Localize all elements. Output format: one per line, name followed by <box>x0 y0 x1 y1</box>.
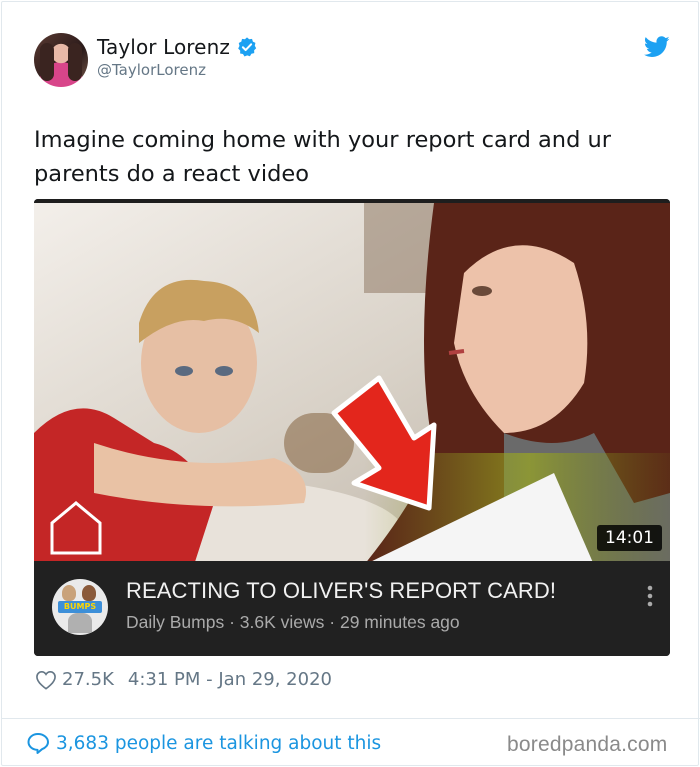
video-embed[interactable]: 14:01 BUMPS REACTING TO OLIVER'S REPORT … <box>34 199 670 656</box>
upload-age: 29 minutes ago <box>339 612 460 632</box>
channel-avatar-figure <box>82 585 96 601</box>
view-count: 3.6K views <box>239 612 325 632</box>
author-name-row: Taylor Lorenz <box>97 35 258 59</box>
author-avatar[interactable] <box>34 33 88 87</box>
speech-bubble-icon <box>26 732 50 754</box>
channel-name[interactable]: Daily Bumps <box>126 612 224 632</box>
tweet-stats: 27.5K 4:31 PM - Jan 29, 2020 <box>35 669 332 690</box>
video-info-bar[interactable]: BUMPS REACTING TO OLIVER'S REPORT CARD! … <box>34 561 670 656</box>
tweet-card: Taylor Lorenz @TaylorLorenz Imagine comi… <box>1 1 700 766</box>
tweet-timestamp[interactable]: 4:31 PM - Jan 29, 2020 <box>128 669 332 690</box>
avatar-hair-left <box>40 43 54 81</box>
twitter-bird-icon[interactable] <box>643 36 670 58</box>
avatar-hair-right <box>68 43 82 81</box>
heart-icon[interactable] <box>35 670 57 690</box>
tweet-text: Imagine coming home with your report car… <box>34 127 612 187</box>
verified-badge-icon <box>236 36 258 58</box>
video-title[interactable]: REACTING TO OLIVER'S REPORT CARD! <box>126 578 556 604</box>
author-handle[interactable]: @TaylorLorenz <box>97 61 206 79</box>
like-count[interactable]: 27.5K <box>62 669 114 690</box>
channel-logo-text: BUMPS <box>63 602 97 611</box>
meta-separator: · <box>324 612 340 632</box>
video-duration: 14:01 <box>597 525 662 551</box>
channel-avatar-figure <box>62 585 76 601</box>
talking-about-count[interactable]: 3,683 people are talking about this <box>56 733 381 754</box>
video-thumbnail[interactable]: 14:01 <box>34 199 670 561</box>
channel-avatar[interactable]: BUMPS <box>52 579 108 635</box>
footer-divider <box>2 718 700 719</box>
channel-avatar-figure <box>68 613 92 633</box>
video-meta: Daily Bumps · 3.6K views · 29 minutes ag… <box>126 612 460 633</box>
meta-separator: · <box>224 612 240 632</box>
vertical-ellipsis-icon[interactable] <box>644 583 656 609</box>
author-display-name[interactable]: Taylor Lorenz <box>97 35 230 59</box>
thumbnail-image <box>34 203 670 561</box>
source-watermark: boredpanda.com <box>507 733 668 756</box>
conversation-link[interactable]: 3,683 people are talking about this <box>26 732 381 754</box>
